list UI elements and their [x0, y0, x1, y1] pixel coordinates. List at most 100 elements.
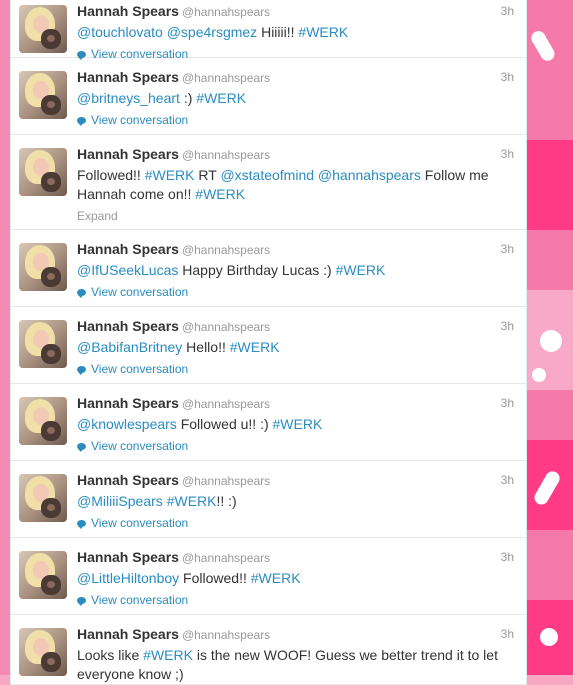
hashtag-link[interactable]: #WERK [230, 339, 280, 355]
mention-link[interactable]: @spe4rsgmez [167, 24, 257, 40]
expand-link[interactable]: Expand [77, 209, 514, 223]
author-name[interactable]: Hannah Spears [77, 395, 179, 411]
avatar[interactable] [19, 628, 67, 676]
mention-link[interactable]: @BabifanBritney [77, 339, 182, 355]
author-name[interactable]: Hannah Spears [77, 69, 179, 85]
timestamp[interactable]: 3h [501, 145, 514, 163]
timestamp[interactable]: 3h [501, 625, 514, 643]
mention-link[interactable]: @knowlespears [77, 416, 177, 432]
author-name[interactable]: Hannah Spears [77, 146, 179, 162]
conversation-icon [77, 519, 86, 529]
tweet-item[interactable]: Hannah Spears @hannahspears 3h Followed!! #… [11, 135, 526, 230]
avatar-part [47, 504, 55, 511]
paw-decoration-icon [532, 368, 546, 382]
author-name[interactable]: Hannah Spears [77, 472, 179, 488]
author-handle[interactable]: @hannahspears [182, 551, 270, 565]
hashtag-link[interactable]: #WERK [143, 647, 193, 663]
hashtag-link[interactable]: #WERK [196, 90, 246, 106]
tweet-item[interactable]: Hannah Spears @hannahspears 3h @touchlovato… [11, 0, 526, 61]
hashtag-link[interactable]: #WERK [298, 24, 348, 40]
hashtag-link[interactable]: #WERK [336, 262, 386, 278]
author-handle[interactable]: @hannahspears [182, 320, 270, 334]
tweet-header: Hannah Spears @hannahspears [77, 145, 514, 163]
avatar[interactable] [19, 397, 67, 445]
tweet-header: Hannah Spears @hannahspears [77, 625, 514, 643]
author-name[interactable]: Hannah Spears [77, 3, 179, 19]
mention-link[interactable]: @britneys_heart [77, 90, 180, 106]
author-handle[interactable]: @hannahspears [182, 397, 270, 411]
mention-link[interactable]: @xstateofmind [220, 167, 314, 183]
view-conversation-link[interactable]: View conversation [77, 439, 514, 453]
avatar[interactable] [19, 243, 67, 291]
hashtag-link[interactable]: #WERK [251, 570, 301, 586]
mention-link[interactable]: @IfUSeekLucas [77, 262, 178, 278]
author-handle[interactable]: @hannahspears [182, 628, 270, 642]
view-conversation-link[interactable]: View conversation [77, 113, 514, 127]
tweet-text: @MiliiiSpears #WERK!! :) [77, 492, 514, 511]
action-label: View conversation [91, 516, 189, 530]
view-conversation-link[interactable]: View conversation [77, 593, 514, 607]
mention-link[interactable]: @MiliiiSpears [77, 493, 163, 509]
tweet-item[interactable]: Hannah Spears @hannahspears 3h @knowlespear… [11, 384, 526, 461]
timestamp[interactable]: 3h [501, 548, 514, 566]
pattern-block [525, 140, 573, 230]
tweet-text-segment: Followed!! [179, 570, 251, 586]
mention-link[interactable]: @touchlovato [77, 24, 163, 40]
hashtag-link[interactable]: #WERK [167, 493, 217, 509]
timestamp[interactable]: 3h [501, 240, 514, 258]
hashtag-link[interactable]: #WERK [195, 186, 245, 202]
avatar[interactable] [19, 474, 67, 522]
author-handle[interactable]: @hannahspears [182, 474, 270, 488]
avatar-part [47, 427, 55, 434]
hashtag-link[interactable]: #WERK [145, 167, 195, 183]
author-name[interactable]: Hannah Spears [77, 549, 179, 565]
conversation-icon [77, 596, 86, 606]
tweet-item[interactable]: Hannah Spears @hannahspears 3h @LittleHilto… [11, 538, 526, 615]
timestamp[interactable]: 3h [501, 471, 514, 489]
view-conversation-link[interactable]: View conversation [77, 516, 514, 530]
avatar[interactable] [19, 551, 67, 599]
hashtag-link[interactable]: #WERK [273, 416, 323, 432]
author-handle[interactable]: @hannahspears [182, 243, 270, 257]
paw-decoration-icon [540, 628, 558, 646]
tweet-text-segment: RT [194, 167, 221, 183]
view-conversation-link[interactable]: View conversation [77, 362, 514, 376]
timestamp[interactable]: 3h [501, 394, 514, 412]
avatar-part [47, 581, 55, 588]
avatar-part [47, 350, 55, 357]
mention-link[interactable]: @hannahspears [318, 167, 421, 183]
left-pattern-strip [0, 0, 10, 675]
avatar-part [47, 658, 55, 665]
tweet-item[interactable]: Hannah Spears @hannahspears 3h @MiliiiSpear… [11, 461, 526, 538]
mention-link[interactable]: @LittleHiltonboy [77, 570, 179, 586]
view-conversation-link[interactable]: View conversation [77, 285, 514, 299]
author-handle[interactable]: @hannahspears [182, 148, 270, 162]
tweet-item[interactable]: Hannah Spears @hannahspears 3h @IfUSeekLuca… [11, 230, 526, 307]
author-name[interactable]: Hannah Spears [77, 626, 179, 642]
timestamp[interactable]: 3h [501, 317, 514, 335]
conversation-icon [77, 116, 86, 126]
avatar[interactable] [19, 148, 67, 196]
timestamp[interactable]: 3h [501, 68, 514, 86]
tweet-header: Hannah Spears @hannahspears [77, 317, 514, 335]
author-handle[interactable]: @hannahspears [182, 5, 270, 19]
avatar[interactable] [19, 5, 67, 53]
tweet-text-segment: Followed u!! :) [176, 416, 273, 432]
tweet-text: Followed!! #WERK RT @xstateofmind @hanna… [77, 166, 514, 204]
tweet-text: @touchlovato @spe4rsgmez Hiiiii!! #WERK [77, 23, 514, 42]
avatar[interactable] [19, 71, 67, 119]
action-label: View conversation [91, 593, 189, 607]
tweet-header: Hannah Spears @hannahspears [77, 68, 514, 86]
action-label: View conversation [91, 113, 189, 127]
tweet-text: @BabifanBritney Hello!! #WERK [77, 338, 514, 357]
timestamp[interactable]: 3h [501, 2, 514, 20]
author-handle[interactable]: @hannahspears [182, 71, 270, 85]
action-label: View conversation [91, 439, 189, 453]
author-name[interactable]: Hannah Spears [77, 318, 179, 334]
paw-decoration-icon [540, 330, 562, 352]
author-name[interactable]: Hannah Spears [77, 241, 179, 257]
tweet-item[interactable]: Hannah Spears @hannahspears 3h @britneys_he… [11, 58, 526, 135]
avatar[interactable] [19, 320, 67, 368]
tweet-item[interactable]: Hannah Spears @hannahspears 3h @BabifanBrit… [11, 307, 526, 384]
avatar-part [47, 35, 55, 42]
